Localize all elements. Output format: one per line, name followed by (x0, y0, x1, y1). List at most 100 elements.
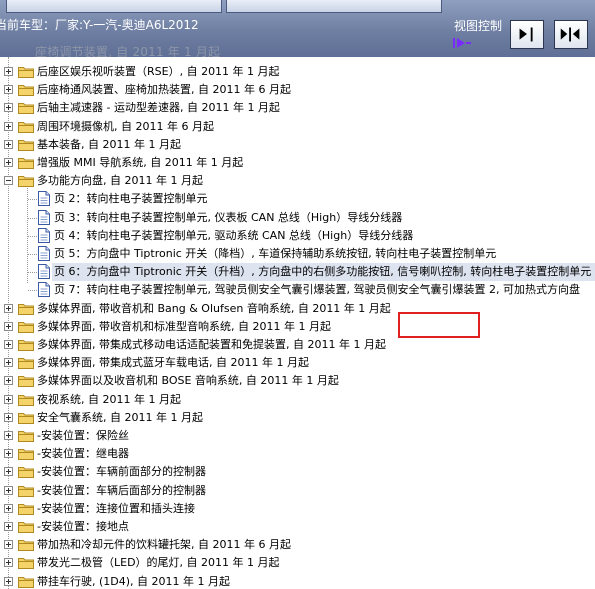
tree-item-label: 带挂车行驶, (1D4), 自 2011 年 1 月起 (37, 574, 231, 588)
tree-folder-item[interactable]: 增强版 MMI 导航系统, 自 2011 年 1 月起 (0, 154, 595, 172)
collapse-minus-icon[interactable] (4, 176, 13, 186)
expand-plus-icon[interactable] (4, 540, 13, 550)
tree-item-label: 页 5：方向盘中 Tiptronic 开关（降档）, 车道保持辅助系统按钮, 转… (54, 247, 497, 260)
tree-item-label: 周围环境摄像机, 自 2011 年 6 月起 (37, 119, 214, 133)
tree-page-item[interactable]: 页 2：转向柱电子装置控制单元 (0, 190, 595, 208)
folder-icon (18, 540, 34, 552)
tree-folder-item[interactable]: 周围环境摄像机, 自 2011 年 6 月起 (0, 118, 595, 136)
expand-plus-icon[interactable] (4, 503, 13, 513)
folder-icon (18, 503, 34, 515)
tree-folder-item[interactable]: 多媒体界面, 带收音机和标准型音响系统, 自 2011 年 1 月起 (0, 318, 595, 336)
document-icon (38, 227, 50, 243)
title-row: 当前车型：厂家:Y-一汽-奥迪A6L2012 视图控制 (0, 14, 595, 48)
tree-page-item[interactable]: 页 3：转向柱电子装置控制单元, 仪表板 CAN 总线（High）导线分线器 (0, 209, 595, 227)
expand-plus-icon[interactable] (4, 103, 13, 113)
tree-page-item[interactable]: 页 7：转向柱电子装置控制单元, 驾驶员侧安全气囊引爆装置, 驾驶员侧安全气囊引… (0, 281, 595, 299)
expand-plus-icon[interactable] (4, 139, 13, 149)
tree-item-label: 带发光二极管（LED）的尾灯, 自 2011 年 1 月起 (37, 556, 280, 570)
tree-folder-item[interactable]: -安装位置：继电器 (0, 445, 595, 463)
folder-icon (18, 576, 34, 588)
tree-item-label: -安装位置：接地点 (37, 520, 129, 533)
tab-1[interactable] (6, 0, 222, 13)
tree-item-label: 后座区娱乐视听装置（RSE）, 自 2011 年 1 月起 (37, 65, 280, 78)
expand-plus-icon[interactable] (4, 558, 13, 568)
expand-plus-icon[interactable] (4, 467, 13, 477)
folder-icon (18, 158, 34, 169)
document-icon (38, 282, 50, 298)
tree-item-label: 增强版 MMI 导航系统, 自 2011 年 1 月起 (37, 156, 244, 169)
expand-plus-icon[interactable] (4, 576, 13, 586)
expand-plus-icon[interactable] (4, 412, 13, 422)
folder-icon (18, 485, 34, 497)
document-icon (38, 191, 50, 207)
tree-item-label: 后轴主减速器 - 运动型差速器, 自 2011 年 1 月起 (37, 101, 280, 115)
tree-folder-item[interactable]: 带加热和冷却元件的饮料罐托架, 自 2011 年 6 月起 (0, 536, 595, 554)
tree-folder-item[interactable]: 后座区娱乐视听装置（RSE）, 自 2011 年 1 月起 (0, 63, 595, 81)
folder-icon (18, 522, 34, 533)
tree-branch-line (28, 272, 37, 274)
expand-plus-icon[interactable] (4, 158, 13, 167)
tree-view[interactable]: 后座区娱乐视听装置（RSE）, 自 2011 年 1 月起 后座椅通风装置、座椅加… (0, 57, 595, 589)
expand-plus-icon[interactable] (4, 449, 13, 459)
tree-item-label: 后座椅通风装置、座椅加热装置, 自 2011 年 6 月起 (37, 83, 291, 97)
tree-page-item[interactable]: 页 6：方向盘中 Tiptronic 开关（升档）, 方向盘中的右侧多功能按钮,… (0, 263, 595, 282)
tree-folder-item[interactable]: 后轴主减速器 - 运动型差速器, 自 2011 年 1 月起 (0, 99, 595, 117)
annotation-highlight-box (398, 312, 480, 338)
folder-icon (18, 467, 34, 479)
tree-item-label: 多媒体界面, 带收音机和标准型音响系统, 自 2011 年 1 月起 (37, 319, 331, 333)
view-control-label: 视图控制 (454, 19, 503, 33)
tree-folder-item[interactable]: 多媒体界面, 带收音机和 Bang & Olufsen 音响系统, 自 2011… (0, 300, 595, 318)
tree-branch-line (28, 290, 37, 292)
tab-2[interactable] (226, 0, 442, 13)
expand-plus-icon[interactable] (4, 358, 13, 368)
tree-folder-item[interactable]: 基本装备, 自 2011 年 1 月起 (0, 136, 595, 154)
expand-plus-icon[interactable] (4, 340, 13, 349)
tree-page-item[interactable]: 页 5：方向盘中 Tiptronic 开关（降档）, 车道保持辅助系统按钮, 转… (0, 245, 595, 263)
tree-item-label: 多媒体界面, 带收音机和 Bang & Olufsen 音响系统, 自 2011… (37, 301, 391, 315)
tree-folder-item[interactable]: -安装位置：车辆前面部分的控制器 (0, 463, 595, 481)
tree-folder-item[interactable]: -安装位置：接地点 (0, 518, 595, 536)
folder-icon (18, 340, 34, 351)
expand-plus-icon[interactable] (4, 522, 13, 531)
expand-plus-icon[interactable] (4, 431, 13, 440)
tree-folder-item[interactable]: 多媒体界面, 带集成式蓝牙车载电话, 自 2011 年 1 月起 (0, 354, 595, 372)
document-icon (38, 209, 50, 225)
tree-folder-item[interactable]: 多功能方向盘, 自 2011 年 1 月起 (0, 172, 595, 190)
tree-branch-line (28, 217, 37, 219)
tree-item-label: 页 3：转向柱电子装置控制单元, 仪表板 CAN 总线（High）导线分线器 (54, 210, 403, 224)
folder-icon (18, 431, 34, 442)
folder-icon (18, 394, 34, 406)
tree-item-label: 安全气囊系统, 自 2011 年 1 月起 (37, 410, 203, 424)
tab-strip (0, 0, 595, 14)
tree-folder-item[interactable]: 带发光二极管（LED）的尾灯, 自 2011 年 1 月起 (0, 554, 595, 572)
folder-icon (18, 321, 34, 333)
tree-folder-item[interactable]: 安全气囊系统, 自 2011 年 1 月起 (0, 409, 595, 427)
tree-folder-item[interactable]: -安装位置：保险丝 (0, 427, 595, 445)
tree-folder-item[interactable]: 多媒体界面以及收音机和 BOSE 音响系统, 自 2011 年 1 月起 (0, 372, 595, 390)
expand-plus-icon[interactable] (4, 376, 13, 386)
tree-folder-item[interactable]: 带挂车行驶, (1D4), 自 2011 年 1 月起 (0, 573, 595, 589)
tree-item-label: 页 4：转向柱电子装置控制单元, 驱动系统 CAN 总线（High）导线分线器 (54, 228, 414, 242)
expand-plus-icon[interactable] (4, 485, 13, 495)
partially-hidden-row-label: 座椅调节装置, 自 2011 年 1 月起 (35, 45, 221, 57)
folder-icon (18, 176, 34, 188)
tree-page-item[interactable]: 页 4：转向柱电子装置控制单元, 驱动系统 CAN 总线（High）导线分线器 (0, 227, 595, 245)
tree-folder-item[interactable]: -安装位置：连接位置和插头连接 (0, 500, 595, 518)
tree-folder-item[interactable]: 多媒体界面, 带集成式移动电话适配装置和免提装置, 自 2011 年 1 月起 (0, 336, 595, 354)
expand-plus-icon[interactable] (4, 85, 13, 95)
tree-item-label: 多媒体界面, 带集成式移动电话适配装置和免提装置, 自 2011 年 1 月起 (37, 338, 386, 351)
tree-item-label: 基本装备, 自 2011 年 1 月起 (37, 137, 181, 151)
tree-folder-item[interactable]: -安装位置：车辆后面部分的控制器 (0, 482, 595, 500)
expand-plus-icon[interactable] (4, 67, 13, 76)
expand-plus-icon[interactable] (4, 303, 13, 313)
header-bar: 当前车型：厂家:Y-一汽-奥迪A6L2012 视图控制 座椅调节装置, 自 20… (0, 0, 595, 57)
document-icon (38, 246, 50, 261)
tree-item-label: 带加热和冷却元件的饮料罐托架, 自 2011 年 6 月起 (37, 538, 291, 552)
tree-folder-item[interactable]: 后座椅通风装置、座椅加热装置, 自 2011 年 6 月起 (0, 81, 595, 99)
expand-plus-icon[interactable] (4, 121, 13, 131)
expand-plus-icon[interactable] (4, 321, 13, 331)
tree-folder-item[interactable]: 夜视系统, 自 2011 年 1 月起 (0, 391, 595, 409)
expand-plus-icon[interactable] (4, 394, 13, 404)
tree-branch-line (28, 235, 37, 237)
tree-branch-line (28, 199, 37, 201)
